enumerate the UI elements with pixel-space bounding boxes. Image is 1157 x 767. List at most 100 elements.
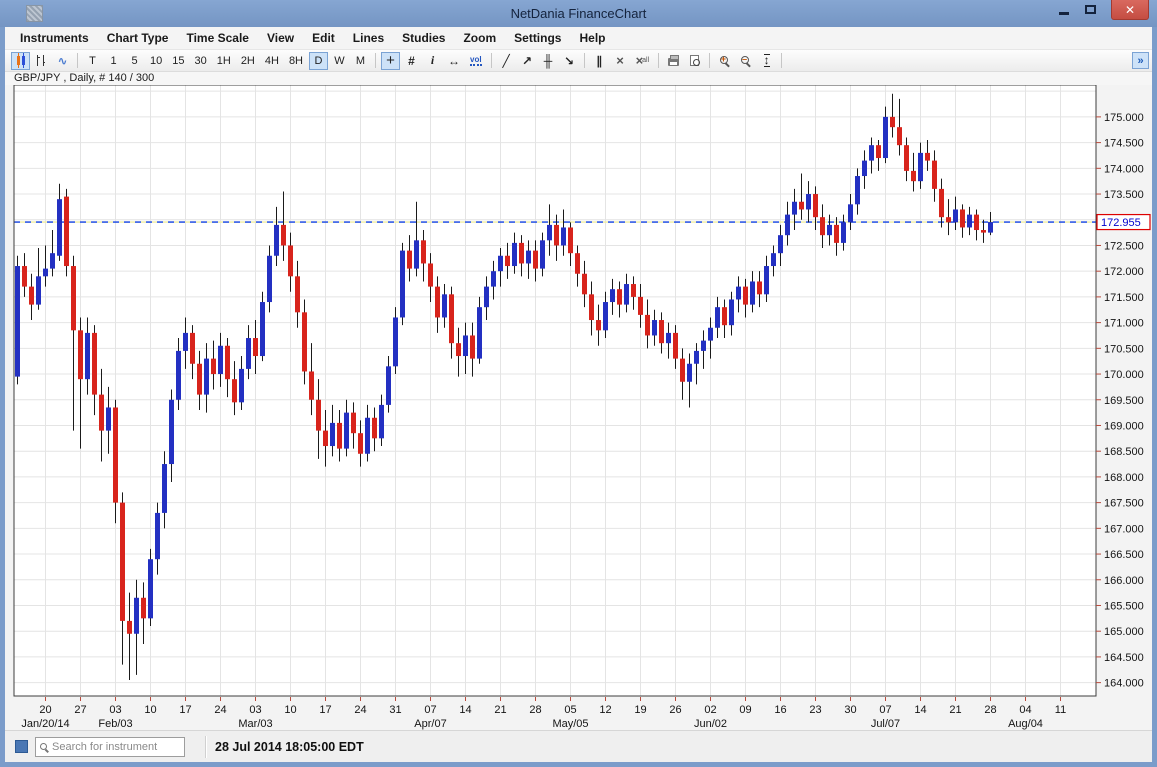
- y-axis: 175.000174.500174.000173.500172.500172.0…: [1096, 112, 1144, 690]
- instrument-list-button[interactable]: [15, 740, 28, 753]
- svg-text:165.000: 165.000: [1104, 626, 1144, 638]
- draw-trendline-button[interactable]: ╱: [497, 52, 516, 70]
- svg-text:May/05: May/05: [552, 718, 588, 730]
- svg-text:07: 07: [879, 704, 891, 716]
- close-icon: ✕: [1125, 3, 1135, 17]
- svg-text:16: 16: [774, 704, 786, 716]
- svg-text:175.000: 175.000: [1104, 112, 1144, 124]
- svg-text:17: 17: [319, 704, 331, 716]
- pin-toolbar-button[interactable]: »: [1132, 52, 1149, 69]
- toolbar-separator: [77, 53, 78, 68]
- timescale-30min-button[interactable]: 30: [191, 52, 211, 70]
- menu-item-settings[interactable]: Settings: [505, 27, 570, 49]
- zoom-out-icon: [741, 56, 749, 64]
- zoom-in-button[interactable]: [715, 52, 734, 70]
- menu-item-zoom[interactable]: Zoom: [454, 27, 505, 49]
- svg-text:31: 31: [389, 704, 401, 716]
- grid-icon: #: [408, 54, 415, 68]
- menu-item-studies[interactable]: Studies: [393, 27, 454, 49]
- crosshair-icon: +: [386, 56, 395, 66]
- timescale-15min-button[interactable]: 15: [168, 52, 188, 70]
- svg-text:Mar/03: Mar/03: [238, 718, 272, 730]
- fit-vertical-icon: ↕: [764, 54, 770, 67]
- status-bar: 28 Jul 2014 18:05:00 EDT: [5, 730, 1152, 762]
- menu-item-instruments[interactable]: Instruments: [11, 27, 98, 49]
- chart-type-bars-button[interactable]: [32, 52, 51, 70]
- menu-item-lines[interactable]: Lines: [344, 27, 393, 49]
- delete-line-button[interactable]: ×: [611, 52, 630, 70]
- svg-text:164.500: 164.500: [1104, 652, 1144, 664]
- search-input[interactable]: [52, 741, 180, 753]
- price-chart[interactable]: 175.000174.500174.000173.500172.500172.0…: [5, 85, 1152, 730]
- menu-item-help[interactable]: Help: [570, 27, 614, 49]
- draw-channel-button[interactable]: ╫: [539, 52, 558, 70]
- timescale-10min-button[interactable]: 10: [146, 52, 166, 70]
- svg-text:Apr/07: Apr/07: [414, 718, 446, 730]
- timescale-8h-button[interactable]: 8H: [285, 52, 307, 70]
- print-button[interactable]: [664, 52, 683, 70]
- menu-item-time-scale[interactable]: Time Scale: [177, 27, 257, 49]
- trendline-icon: ╱: [502, 54, 509, 68]
- statusbar-divider: [205, 736, 207, 758]
- svg-text:14: 14: [914, 704, 926, 716]
- candlestick-icon: [22, 56, 25, 65]
- grid-toggle-button[interactable]: #: [402, 52, 421, 70]
- candlestick-icon: [17, 56, 20, 65]
- scroll-horizontal-button[interactable]: ↔: [444, 52, 464, 70]
- svg-text:171.500: 171.500: [1104, 292, 1144, 304]
- timescale-2h-button[interactable]: 2H: [237, 52, 259, 70]
- search-box[interactable]: [35, 737, 185, 757]
- info-button[interactable]: i: [423, 52, 442, 70]
- timescale-5min-button[interactable]: 5: [125, 52, 144, 70]
- volume-button[interactable]: vol: [466, 52, 486, 70]
- chart-type-candlestick-button[interactable]: [11, 52, 30, 70]
- delete-all-icon: all: [642, 57, 649, 64]
- zoom-out-button[interactable]: [736, 52, 755, 70]
- timescale-tick-button[interactable]: T: [83, 52, 102, 70]
- chart-type-line-button[interactable]: ∿: [53, 52, 72, 70]
- timescale-1h-button[interactable]: 1H: [213, 52, 235, 70]
- window-titlebar[interactable]: NetDania FinanceChart ✕: [0, 0, 1157, 27]
- svg-text:12: 12: [599, 704, 611, 716]
- maximize-button[interactable]: [1077, 0, 1103, 19]
- svg-text:11: 11: [1055, 704, 1066, 716]
- timescale-weekly-button[interactable]: W: [330, 52, 349, 70]
- x-axis: 2027031017240310172431071421280512192602…: [21, 697, 1066, 730]
- timescale-monthly-button[interactable]: M: [351, 52, 370, 70]
- menu-item-view[interactable]: View: [258, 27, 303, 49]
- timescale-4h-button[interactable]: 4H: [261, 52, 283, 70]
- menu-item-chart-type[interactable]: Chart Type: [98, 27, 178, 49]
- minimize-button[interactable]: [1051, 0, 1077, 19]
- svg-text:17: 17: [179, 704, 191, 716]
- svg-text:20: 20: [39, 704, 51, 716]
- svg-text:03: 03: [109, 704, 121, 716]
- svg-text:Jul/07: Jul/07: [871, 718, 900, 730]
- svg-text:10: 10: [144, 704, 156, 716]
- svg-text:166.000: 166.000: [1104, 575, 1144, 587]
- parallel-icon: ∥: [596, 54, 602, 68]
- close-button[interactable]: ✕: [1111, 0, 1149, 20]
- toolbar-separator: [584, 53, 585, 68]
- minimize-icon: [1059, 12, 1069, 15]
- timescale-daily-button[interactable]: D: [309, 52, 328, 70]
- svg-text:167.000: 167.000: [1104, 523, 1144, 535]
- menu-item-edit[interactable]: Edit: [303, 27, 344, 49]
- window-title: NetDania FinanceChart: [0, 6, 1157, 21]
- svg-text:07: 07: [424, 704, 436, 716]
- svg-text:24: 24: [354, 704, 366, 716]
- svg-text:167.500: 167.500: [1104, 498, 1144, 510]
- svg-text:27: 27: [74, 704, 86, 716]
- fit-vertical-button[interactable]: ↕: [757, 52, 776, 70]
- crosshair-button[interactable]: +: [381, 52, 400, 70]
- svg-text:Feb/03: Feb/03: [98, 718, 132, 730]
- svg-text:02: 02: [704, 704, 716, 716]
- draw-trendline-ray-button[interactable]: ↗: [518, 52, 537, 70]
- delete-all-lines-button[interactable]: ×all: [632, 52, 654, 70]
- parallel-lines-button[interactable]: ∥: [590, 52, 609, 70]
- svg-text:Aug/04: Aug/04: [1008, 718, 1043, 730]
- draw-arrow-button[interactable]: ↘: [560, 52, 579, 70]
- print-preview-button[interactable]: [685, 52, 704, 70]
- timescale-1min-button[interactable]: 1: [104, 52, 123, 70]
- svg-text:14: 14: [459, 704, 471, 716]
- zoom-in-icon: [720, 56, 728, 64]
